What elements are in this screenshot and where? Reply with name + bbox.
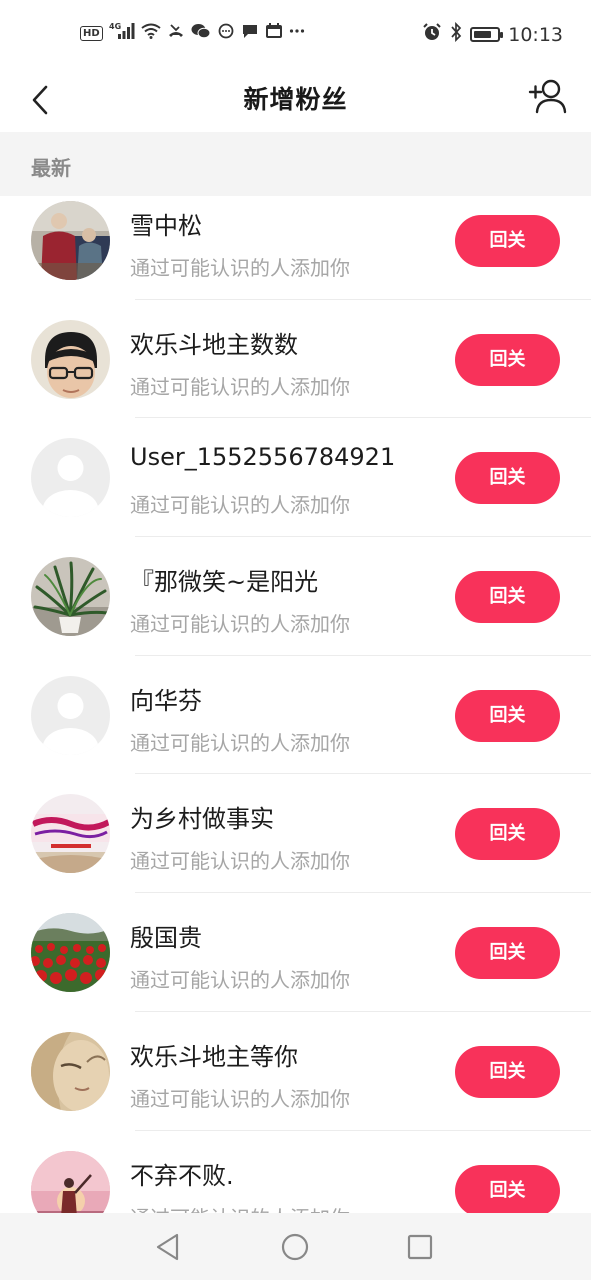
follow-back-button[interactable]: 回关 [455,571,560,624]
fans-list[interactable]: 雪中松 通过可能认识的人添加你 回关 欢乐斗地主数数 通过可能认识的人添加你 回… [0,196,591,1213]
follow-back-button[interactable]: 回关 [455,333,560,386]
avatar[interactable] [31,913,110,993]
avatar[interactable] [31,675,110,755]
default-avatar-icon [31,675,110,755]
list-item[interactable]: 欢乐斗地主等你 通过可能认识的人添加你 回关 [0,1012,591,1131]
add-user-icon [528,79,567,114]
system-back-button[interactable] [152,1231,184,1263]
fan-nickname: User_1552556784921 [130,443,396,472]
fan-source-text: 通过可能认识的人添加你 [130,968,350,993]
avatar[interactable] [31,201,110,280]
follow-back-button[interactable]: 回关 [455,215,560,267]
fan-source-text: 通过可能认识的人添加你 [130,849,350,874]
fan-source-text: 通过可能认识的人添加你 [130,730,350,755]
fan-nickname: 雪中松 [130,212,202,240]
system-home-button[interactable] [279,1231,311,1263]
triangle-back-icon [156,1233,179,1261]
section-label-latest: 最新 [31,156,71,180]
page-title: 新增粉丝 [243,85,348,114]
status-time: 10:13 [508,23,563,46]
follow-back-button[interactable]: 回关 [455,452,560,505]
calendar-icon [265,23,283,43]
system-navigation-bar [0,1213,591,1280]
message-icon [241,23,259,43]
follow-back-button[interactable]: 回关 [455,689,560,742]
fan-nickname: 欢乐斗地主等你 [130,1042,298,1071]
fan-source-text: 通过可能认识的人添加你 [130,374,350,399]
fan-nickname: 不弃不败. [130,1161,234,1190]
fan-nickname: 为乡村做事实 [130,805,274,834]
missed-call-icon [167,23,185,43]
section-header: 最新 [0,132,591,196]
follow-back-button[interactable]: 回关 [455,1045,560,1098]
battery-icon [470,27,504,42]
avatar-photo-village-banner [31,794,110,874]
list-item[interactable]: 雪中松 通过可能认识的人添加你 回关 [0,196,591,300]
list-item[interactable]: 欢乐斗地主数数 通过可能认识的人添加你 回关 [0,300,591,419]
avatar-photo-potted-plant [31,557,110,637]
fan-source-text: 通过可能认识的人添加你 [130,256,350,280]
circle-home-icon [281,1233,309,1261]
status-right-icons: 10:13 [422,21,563,47]
fans-list-inner: 雪中松 通过可能认识的人添加你 回关 欢乐斗地主数数 通过可能认识的人添加你 回… [0,196,591,1213]
avatar-photo-person-glasses [31,319,110,399]
system-recents-button[interactable] [404,1231,436,1263]
avatar-photo-sunset-figure [31,1150,110,1213]
fan-nickname: 殷国贵 [130,924,202,953]
fan-source-text: 通过可能认识的人添加你 [130,493,350,518]
fan-source-text: 通过可能认识的人添加你 [130,1086,350,1111]
avatar[interactable] [31,794,110,874]
list-item[interactable]: 不弃不败. 通过可能认识的人添加你 回关 [0,1131,591,1214]
network-type-label: 4G [109,22,121,31]
list-item[interactable]: User_1552556784921 通过可能认识的人添加你 回关 [0,418,591,538]
status-left-icons: HD 4G [80,22,305,44]
follow-back-button[interactable]: 回关 [455,808,560,861]
follow-back-button[interactable]: 回关 [455,927,560,980]
avatar[interactable] [31,1031,110,1111]
wifi-icon [141,23,161,43]
more-dots-icon [289,23,305,43]
signal-icon: 4G [109,22,135,44]
alarm-icon [422,22,442,47]
follow-back-button[interactable]: 回关 [455,1164,560,1213]
list-item[interactable]: 『那微笑~是阳光 通过可能认识的人添加你 回关 [0,537,591,656]
default-avatar-icon [31,438,110,518]
list-item[interactable]: 殷国贵 通过可能认识的人添加你 回关 [0,893,591,1012]
nav-bar: 新增粉丝 [0,70,591,132]
fan-nickname: 欢乐斗地主数数 [130,330,298,359]
square-recents-icon [407,1234,433,1260]
wechat-icon [191,23,211,43]
avatar[interactable] [31,438,110,518]
hd-icon: HD [80,25,103,41]
battery-level [474,31,492,38]
avatar-photo-red-flowers [31,913,110,993]
chat-bubble-icon [217,23,235,43]
avatar-photo-face-closeup [31,1031,110,1111]
fan-source-text: 通过可能认识的人添加你 [130,1202,350,1214]
list-item[interactable]: 向华芬 通过可能认识的人添加你 回关 [0,656,591,775]
avatar[interactable] [31,557,110,637]
avatar-photo-elderly-couple [31,201,110,280]
list-item[interactable]: 为乡村做事实 通过可能认识的人添加你 回关 [0,774,591,894]
avatar[interactable] [31,1150,110,1213]
fan-nickname: 『那微笑~是阳光 [130,568,319,597]
bluetooth-icon [450,21,462,47]
app-screen: HD 4G 10:13 新增粉丝 最新 雪中松 通过可能认识的人添加你 回关 欢… [0,0,591,1280]
fan-nickname: 向华芬 [130,686,202,715]
avatar[interactable] [31,319,110,399]
status-bar: HD 4G 10:13 [0,0,591,70]
add-user-button[interactable] [527,76,569,118]
fan-source-text: 通过可能认识的人添加你 [130,612,350,637]
